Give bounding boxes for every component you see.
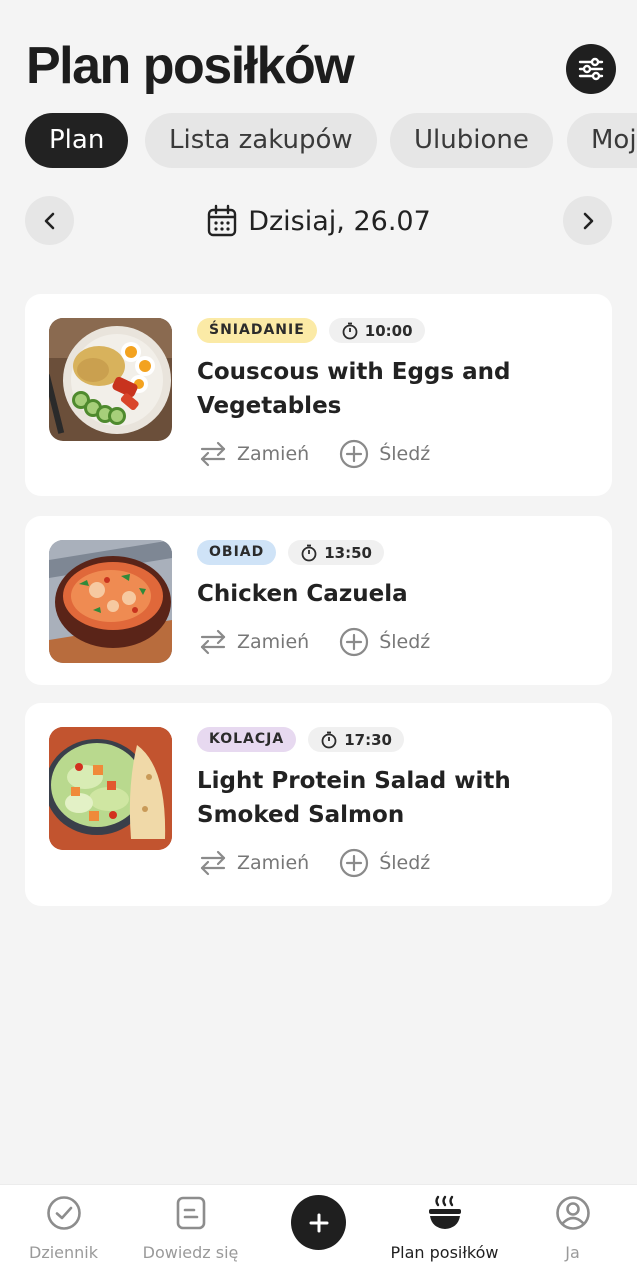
date-navigator: Dzisiaj, 26.07 <box>0 196 637 246</box>
plus-circle-icon <box>340 627 369 657</box>
meal-time: 10:00 <box>364 321 413 340</box>
nav-label: Dowiedz się <box>142 1243 239 1262</box>
meal-actions: Zamień Śledź <box>199 438 460 470</box>
nav-profile[interactable]: Ja <box>509 1185 636 1280</box>
swap-icon <box>200 850 226 876</box>
swap-button[interactable]: Zamień <box>199 440 309 468</box>
bowl-icon <box>428 1195 461 1229</box>
meal-actions: Zamień Śledź <box>199 847 460 879</box>
meal-badges: OBIAD 13:50 <box>197 540 384 566</box>
meal-category-badge: KOLACJA <box>197 727 297 752</box>
track-button[interactable]: Śledź <box>339 627 430 657</box>
track-label: Śledź <box>379 631 431 653</box>
filter-button[interactable] <box>566 44 616 94</box>
meal-time: 17:30 <box>344 730 392 749</box>
stopwatch-icon <box>321 731 337 748</box>
nav-label: Ja <box>565 1243 580 1262</box>
swap-button[interactable]: Zamień <box>199 849 309 877</box>
add-button[interactable] <box>291 1195 346 1250</box>
meal-title[interactable]: Light Protein Salad with Smoked Salmon <box>197 764 587 832</box>
tab-favorites[interactable]: Ulubione <box>390 113 553 168</box>
check-circle-icon <box>46 1196 81 1230</box>
meal-actions: Zamień Śledź <box>199 626 460 658</box>
date-display: Dzisiaj, 26.07 <box>0 196 637 246</box>
meal-card[interactable]: ŚNIADANIE 10:00 Couscous with Eggs and V… <box>25 294 612 496</box>
track-button[interactable]: Śledź <box>339 439 430 469</box>
track-button[interactable]: Śledź <box>339 848 430 878</box>
nav-meal-plan[interactable]: Plan posiłków <box>381 1185 508 1280</box>
plus-circle-icon <box>340 848 369 878</box>
bottom-nav: Dziennik Dowiedz się Plan posiłków Ja <box>0 1184 637 1280</box>
date-label: Dzisiaj, 26.07 <box>248 205 431 237</box>
sliders-icon <box>578 57 604 81</box>
meal-time-badge: 17:30 <box>308 727 404 752</box>
swap-icon <box>200 441 226 467</box>
nav-diary[interactable]: Dziennik <box>0 1185 127 1280</box>
tab-bar: Plan Lista zakupów Ulubione Moje <box>0 113 637 169</box>
swap-button[interactable]: Zamień <box>199 628 309 656</box>
meal-time-badge: 13:50 <box>288 540 384 565</box>
user-circle-icon <box>555 1196 590 1230</box>
tab-plan[interactable]: Plan <box>25 113 129 168</box>
meal-image <box>49 540 172 663</box>
swap-label: Zamień <box>237 443 310 465</box>
tab-mine[interactable]: Moje <box>567 113 637 168</box>
meal-badges: KOLACJA 17:30 <box>197 727 404 753</box>
calendar-icon <box>208 204 237 237</box>
swap-label: Zamień <box>237 852 310 874</box>
meal-badges: ŚNIADANIE 10:00 <box>197 318 425 344</box>
swap-icon <box>200 629 226 655</box>
stopwatch-icon <box>342 322 358 339</box>
header: Plan posiłków <box>0 0 637 110</box>
meal-title[interactable]: Chicken Cazuela <box>197 577 587 611</box>
nav-label: Plan posiłków <box>390 1243 499 1262</box>
plus-circle-icon <box>340 439 369 469</box>
meal-time-badge: 10:00 <box>328 318 425 343</box>
track-label: Śledź <box>379 443 431 465</box>
nav-label: Dziennik <box>29 1243 98 1262</box>
track-label: Śledź <box>379 852 431 874</box>
meal-time: 13:50 <box>324 543 372 562</box>
meal-category-badge: OBIAD <box>197 540 277 565</box>
meal-card[interactable]: KOLACJA 17:30 Light Protein Salad with S… <box>25 703 612 906</box>
nav-learn[interactable]: Dowiedz się <box>127 1185 254 1280</box>
meal-title[interactable]: Couscous with Eggs and Vegetables <box>197 355 587 423</box>
document-icon <box>176 1196 205 1230</box>
swap-label: Zamień <box>237 631 310 653</box>
next-day-button[interactable] <box>563 196 612 245</box>
stopwatch-icon <box>301 544 317 561</box>
meal-image <box>49 318 172 441</box>
meal-image <box>49 727 172 850</box>
meal-card[interactable]: OBIAD 13:50 Chicken Cazuela Zamień Śledź <box>25 516 612 685</box>
plus-icon <box>309 1213 328 1232</box>
chevron-right-icon <box>583 212 593 229</box>
page-title: Plan posiłków <box>26 37 355 95</box>
tab-shopping-list[interactable]: Lista zakupów <box>145 113 377 168</box>
meal-category-badge: ŚNIADANIE <box>197 318 317 343</box>
